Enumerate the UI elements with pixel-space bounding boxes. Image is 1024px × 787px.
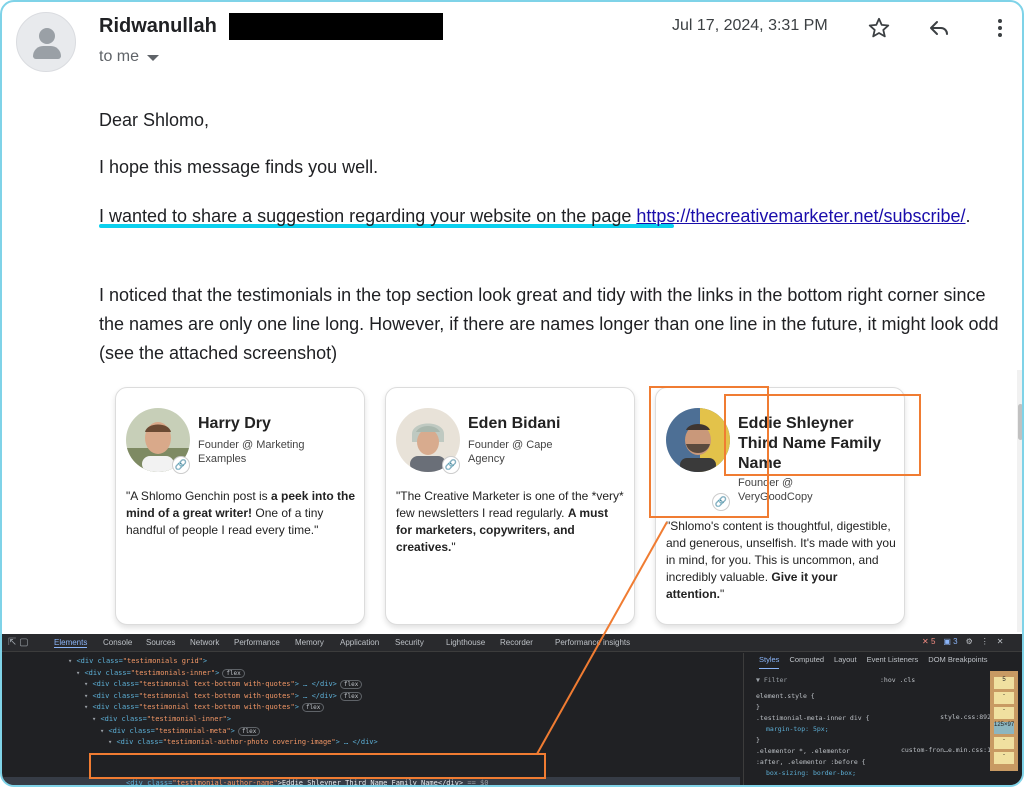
style-rule-line[interactable]: margin-top: 5px; xyxy=(766,724,829,734)
testimonial-quote: "The Creative Marketer is one of the *ve… xyxy=(396,489,624,554)
star-icon xyxy=(868,17,890,38)
observation-paragraph: I noticed that the testimonials in the t… xyxy=(99,285,999,363)
style-rule-line[interactable]: :after, .elementor :before { xyxy=(756,757,866,767)
close-icon[interactable]: ✕ xyxy=(997,637,1004,646)
dom-line[interactable]: ▾ <div class="testimonials grid"> xyxy=(68,656,207,667)
author-role: Founder @ Cape Agency xyxy=(468,439,553,465)
more-options-button[interactable] xyxy=(985,13,1015,43)
vertical-dots-icon[interactable]: ⋮ xyxy=(981,637,989,646)
box-model: 5 - - 125×97 - - xyxy=(990,671,1018,771)
devtools-tab[interactable]: Security xyxy=(395,638,424,647)
avatar-body-shape xyxy=(33,46,61,59)
vertical-dots-icon xyxy=(998,19,1002,37)
chevron-down-icon xyxy=(147,55,160,61)
style-rule-line[interactable]: .elementor *, .elementor xyxy=(756,746,850,756)
style-rule-line[interactable]: } xyxy=(756,702,760,712)
author-name: Harry Dry xyxy=(198,415,271,432)
author-name: Eden Bidani xyxy=(468,415,561,432)
testimonial-card: 🔗 Eden Bidani Founder @ Cape Agency "The… xyxy=(385,387,635,625)
style-source-link[interactable]: custom-fron…e.min.css:1 xyxy=(901,746,991,754)
suggestion-text: I wanted to share a suggestion regarding… xyxy=(99,206,637,226)
author-role: Founder @ Marketing Examples xyxy=(198,439,305,465)
style-rule-line[interactable]: box-sizing: border-box; xyxy=(766,768,856,778)
styles-filter-tools[interactable]: :hov .cls xyxy=(880,675,915,685)
scrollbar-thumb[interactable] xyxy=(1018,404,1022,440)
testimonial-quote: "Shlomo's content is thoughtful, digesti… xyxy=(666,519,896,601)
box-model-value: - xyxy=(994,752,1014,764)
annotation-box-name xyxy=(724,394,921,476)
devtools-tab[interactable]: Lighthouse xyxy=(446,638,485,647)
suggestion-tail: . xyxy=(965,206,971,226)
box-model-value: - xyxy=(994,692,1014,704)
recipient-toggle[interactable]: to me xyxy=(99,48,160,66)
devtools-panel: ⇱ ▢ Elements Console Sources Network Per… xyxy=(2,634,1022,785)
styles-tab[interactable]: Event Listeners xyxy=(867,655,919,669)
reply-icon xyxy=(930,21,948,35)
devtools-status: ✕ 5 ▣ 3 ⚙ ⋮ ✕ xyxy=(922,637,1004,646)
style-rule-line[interactable]: element.style { xyxy=(756,691,815,701)
styles-tab[interactable]: Styles xyxy=(759,655,780,669)
suggestion-paragraph: I wanted to share a suggestion regarding… xyxy=(99,202,1009,231)
avatar-head-shape xyxy=(39,28,55,44)
dom-line[interactable]: ▾ <div class="testimonial-inner"> xyxy=(92,714,231,725)
selected-dom-line[interactable]: <div class="testimonial-author-name">Edd… xyxy=(126,778,488,785)
styles-filter-input[interactable]: ▼ Filter xyxy=(756,675,787,685)
testimonial-quote: "A Shlomo Genchin post is a peek into th… xyxy=(126,489,356,537)
settings-icon[interactable]: ⚙ xyxy=(966,637,973,646)
subscribe-page-link[interactable]: https://thecreativemarketer.net/subscrib… xyxy=(636,206,965,226)
star-button[interactable] xyxy=(864,13,894,43)
dom-line[interactable]: ▾ <div class="testimonial-meta"> flex xyxy=(100,726,261,737)
devtools-tab[interactable]: Application xyxy=(340,638,379,647)
dom-line[interactable]: ▾ <div class="testimonial text-bottom wi… xyxy=(84,691,363,702)
devtools-tab[interactable]: Network xyxy=(190,638,219,647)
devtools-tab[interactable]: Sources xyxy=(146,638,175,647)
styles-tab[interactable]: Layout xyxy=(834,655,857,669)
email-date: Jul 17, 2024, 3:31 PM xyxy=(672,17,828,34)
intro-line: I hope this message finds you well. xyxy=(99,157,379,177)
box-model-value: - xyxy=(994,707,1014,719)
reply-button[interactable] xyxy=(924,13,954,43)
style-rule-line[interactable]: .testimonial-meta-inner div { xyxy=(756,713,870,723)
devtools-tab[interactable]: Elements xyxy=(54,638,88,648)
message-count[interactable]: ▣ 3 xyxy=(943,637,957,646)
recipient-label: to me xyxy=(99,48,140,65)
box-model-value: - xyxy=(994,737,1014,749)
error-count[interactable]: ✕ 5 xyxy=(922,637,935,646)
devtools-tab[interactable]: Recorder xyxy=(500,638,533,647)
box-model-value: 5 xyxy=(994,677,1014,689)
styles-tab[interactable]: Computed xyxy=(789,655,824,669)
style-source-link[interactable]: style.css:892 xyxy=(940,713,991,721)
box-model-value: 125×97 xyxy=(994,722,1014,734)
dom-line[interactable]: ▾ <div class="testimonials-inner"> flex xyxy=(76,668,245,679)
link-icon[interactable]: 🔗 xyxy=(442,456,460,474)
devtools-tab[interactable]: Performance xyxy=(234,638,280,647)
styles-tabbar: Styles Computed Layout Event Listeners D… xyxy=(744,655,1022,669)
dom-line[interactable]: ▾ <div class="testimonial text-bottom wi… xyxy=(84,702,325,713)
dom-line[interactable]: ▾ <div class="testimonial text-bottom wi… xyxy=(84,679,363,690)
greeting: Dear Shlomo, xyxy=(99,110,210,130)
testimonial-card: 🔗 Harry Dry Founder @ Marketing Examples… xyxy=(115,387,365,625)
devtools-tabbar: ⇱ ▢ Elements Console Sources Network Per… xyxy=(2,634,1022,652)
dom-tree: ▾ <div class="testimonials grid"> ▾ <div … xyxy=(2,653,740,785)
dom-line[interactable]: ▾ <div class="testimonial-author-photo c… xyxy=(108,737,378,748)
redacted-surname xyxy=(229,13,443,40)
devtools-tab[interactable]: Console xyxy=(103,638,132,647)
style-rule-line[interactable]: } xyxy=(756,735,760,745)
devtools-tab[interactable]: Memory xyxy=(295,638,324,647)
styles-tab[interactable]: DOM Breakpoints xyxy=(928,655,987,669)
link-icon[interactable]: 🔗 xyxy=(172,456,190,474)
devtools-tab[interactable]: Performance insights xyxy=(555,638,630,647)
email-frame: Ridwanullah to me Jul 17, 2024, 3:31 PM … xyxy=(0,0,1024,787)
sender-avatar[interactable] xyxy=(16,12,76,72)
styles-pane: Styles Computed Layout Event Listeners D… xyxy=(743,653,1022,785)
sender-name: Ridwanullah xyxy=(99,15,217,37)
inspect-icon[interactable]: ⇱ ▢ xyxy=(8,637,29,648)
